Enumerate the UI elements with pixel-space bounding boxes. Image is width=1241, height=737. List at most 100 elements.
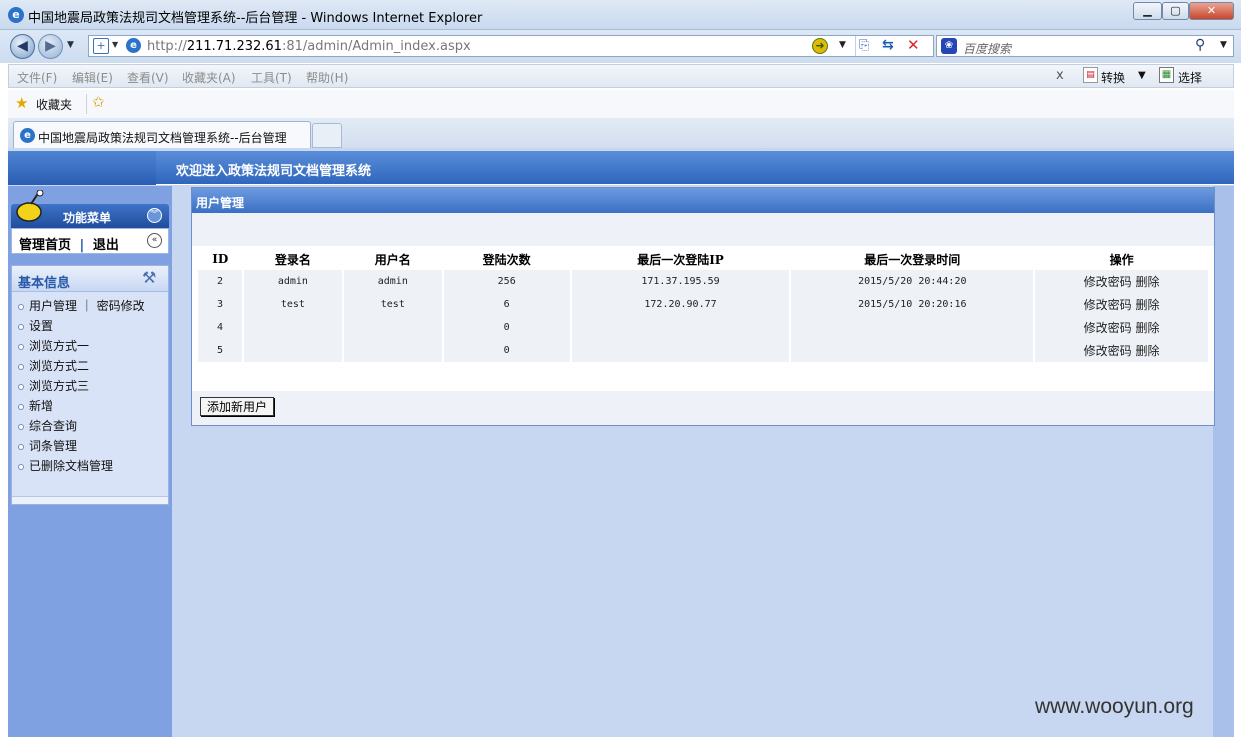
add-user-button[interactable]: 添加新用户 [200, 397, 274, 416]
url-text[interactable]: http://211.71.232.61:81/admin/Admin_inde… [147, 39, 471, 54]
menu-tools[interactable]: 工具(T) [251, 69, 292, 86]
favorites-button[interactable]: 收藏夹 [36, 96, 72, 113]
column-header-last-ip: 最后一次登陆IP [570, 248, 791, 270]
delete-link[interactable]: 删除 [1136, 298, 1160, 312]
go-icon[interactable]: ➜ [812, 38, 828, 54]
watermark: www.wooyun.org [1035, 695, 1194, 718]
table-row: 2 admin admin 256 171.37.195.59 2015/5/2… [198, 270, 1210, 293]
search-icon[interactable]: ⚲ [1195, 37, 1205, 53]
stop-icon[interactable]: ✕ [907, 36, 920, 54]
menu-logo-icon [16, 190, 44, 222]
basic-info-header: 基本信息 ⚒ [12, 266, 168, 292]
cell-ip [570, 339, 792, 362]
column-header-username: 用户名 [342, 248, 444, 270]
sidebar-item-user-management[interactable]: 用户管理 ｜ 密码修改 [18, 297, 145, 314]
minimize-button[interactable]: ▁ [1133, 2, 1162, 20]
menu-links: 管理首页 | 退出 « [11, 228, 169, 254]
history-dropdown-icon[interactable]: ▼ [67, 40, 74, 50]
tab-admin[interactable]: e 中国地震局政策法规司文档管理系统--后台管理 [13, 121, 311, 148]
sidebar-item-deleted-docs[interactable]: 已删除文档管理 [18, 457, 113, 474]
collapse-left-icon[interactable]: « [147, 233, 162, 248]
convert-button[interactable]: 转换 [1101, 69, 1125, 86]
sidebar-item-browse-2[interactable]: 浏览方式二 [18, 357, 89, 374]
cell-time [790, 316, 1036, 339]
sidebar-item-new[interactable]: 新增 [18, 397, 53, 414]
menu-view[interactable]: 查看(V) [127, 69, 169, 86]
tab-title: 中国地震局政策法规司文档管理系统--后台管理 [38, 131, 287, 145]
change-password-link[interactable]: 修改密码 [1084, 298, 1132, 312]
cell-actions: 修改密码 删除 [1034, 316, 1210, 339]
right-strip [1213, 186, 1234, 737]
cell-ip [570, 316, 792, 339]
column-header-login-count: 登陆次数 [442, 248, 572, 270]
select-button[interactable]: 选择 [1178, 69, 1202, 86]
table-row: 3 test test 6 172.20.90.77 2015/5/10 20:… [198, 293, 1210, 316]
bullet-icon [18, 343, 24, 350]
forward-button[interactable]: ▶ [38, 34, 63, 59]
panel-footer: 添加新用户 [192, 391, 1214, 425]
url-dropdown-icon[interactable]: ▼ [839, 40, 846, 50]
convert-dropdown-icon[interactable]: ▼ [1138, 70, 1146, 81]
menu-help[interactable]: 帮助(H) [306, 69, 348, 86]
address-bar[interactable]: + ▼ e http://211.71.232.61:81/admin/Admi… [88, 35, 934, 57]
change-password-link[interactable]: 修改密码 [1084, 275, 1132, 289]
back-button[interactable]: ◀ [10, 34, 35, 59]
star-icon: ★ [15, 94, 29, 112]
sidebar-item-terms[interactable]: 词条管理 [18, 437, 77, 454]
column-header-login: 登录名 [242, 248, 344, 270]
delete-link[interactable]: 删除 [1136, 275, 1160, 289]
window-title: 中国地震局政策法规司文档管理系统--后台管理 - Windows Interne… [28, 11, 483, 26]
cell-actions: 修改密码 删除 [1034, 270, 1210, 293]
add-favorite-icon[interactable]: ✩ [92, 93, 105, 111]
maximize-button[interactable]: ▢ [1162, 2, 1189, 20]
banner-title: 欢迎进入政策法规司文档管理系统 [176, 164, 372, 179]
cell-count: 256 [442, 270, 572, 293]
logout-link[interactable]: 退出 [93, 238, 119, 253]
cell-id: 4 [198, 316, 244, 339]
delete-link[interactable]: 删除 [1136, 344, 1160, 358]
menu-file[interactable]: 文件(F) [17, 69, 57, 86]
window-titlebar: e 中国地震局政策法规司文档管理系统--后台管理 - Windows Inter… [0, 0, 1241, 30]
page-content: 欢迎进入政策法规司文档管理系统 功能菜单 ︾ 管理首页 | 退出 « 基本信息 … [8, 148, 1234, 737]
new-tab-button[interactable] [312, 123, 342, 148]
cell-login [242, 316, 344, 339]
home-link[interactable]: 管理首页 | 退出 [19, 234, 119, 253]
favorites-bar: ★ 收藏夹 ✩ [8, 90, 1234, 118]
bullet-icon [18, 443, 24, 450]
user-management-panel: 用户管理 ID 登录名 用户名 登陆次数 最后一次登陆IP 最后一次登录时间 操… [191, 187, 1215, 426]
cell-id: 2 [198, 270, 244, 293]
table-row: 4 0 修改密码 删除 [198, 316, 1210, 339]
cell-login: test [242, 293, 344, 316]
change-password-link[interactable]: 修改密码 [1084, 344, 1132, 358]
panel-title: 用户管理 [196, 196, 245, 210]
menu-edit[interactable]: 编辑(E) [72, 69, 113, 86]
tab-bar: e 中国地震局政策法规司文档管理系统--后台管理 [8, 118, 1234, 148]
chevron-down-icon[interactable]: ▼ [112, 40, 118, 49]
menu-favorites[interactable]: 收藏夹(A) [182, 69, 236, 86]
sidebar-item-browse-3[interactable]: 浏览方式三 [18, 377, 89, 394]
close-window-button[interactable]: ✕ [1189, 2, 1234, 20]
tools-icon: ⚒ [142, 268, 157, 287]
sidebar-item-settings[interactable]: 设置 [18, 317, 53, 334]
compat-view-icon[interactable]: + [93, 38, 109, 54]
banner-left-block [8, 151, 156, 185]
sidebar-item-browse-1[interactable]: 浏览方式一 [18, 337, 89, 354]
search-dropdown-icon[interactable]: ▼ [1220, 40, 1227, 50]
collapse-menu-icon[interactable]: ︾ [147, 208, 162, 223]
search-input[interactable]: ❀ 百度搜索 ⚲ ▼ [936, 35, 1234, 57]
divider [855, 36, 856, 56]
delete-link[interactable]: 删除 [1136, 321, 1160, 335]
table-row: 5 0 修改密码 删除 [198, 339, 1210, 362]
baidu-logo-icon: ❀ [941, 38, 957, 54]
refresh-icon[interactable]: ⇆ [882, 37, 894, 53]
cell-username [342, 339, 444, 362]
bullet-icon [18, 463, 24, 470]
close-toolbar-button[interactable]: x [1056, 68, 1064, 83]
compatibility-icon[interactable]: ⎘ [859, 38, 869, 53]
sidebox-footer [12, 496, 168, 504]
cell-username: admin [342, 270, 444, 293]
sidebar-item-search[interactable]: 综合查询 [18, 417, 77, 434]
change-password-link[interactable]: 修改密码 [1084, 321, 1132, 335]
cell-actions: 修改密码 删除 [1034, 293, 1210, 316]
panel-header: 用户管理 [192, 188, 1214, 213]
